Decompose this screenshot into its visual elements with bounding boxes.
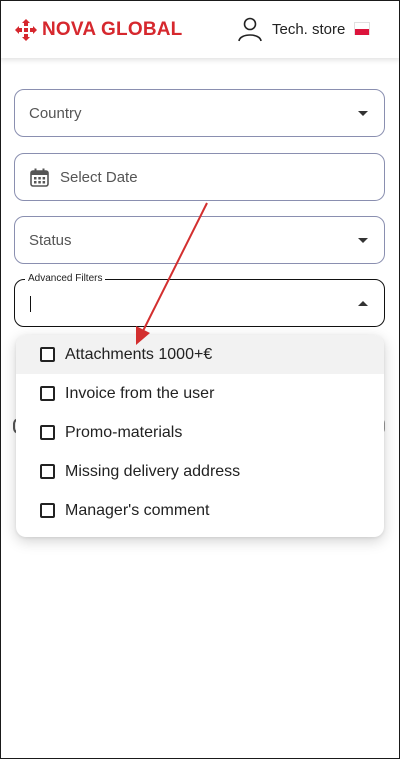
chevron-down-icon [358,238,368,243]
advanced-filters-input[interactable]: Advanced Filters [14,273,385,327]
user-label: Tech. store [272,20,346,38]
filter-option-promo[interactable]: Promo-materials [16,413,384,452]
user-icon [238,17,262,42]
option-label: Attachments 1000+€ [65,345,213,363]
checkbox[interactable] [40,464,55,479]
filter-option-attachments[interactable]: Attachments 1000+€ [16,335,384,374]
chevron-down-icon [358,111,368,116]
app-header: NOVA GLOBAL Tech. store [0,0,400,58]
advanced-filters-dropdown: Attachments 1000+€ Invoice from the user… [16,335,384,537]
country-placeholder: Country [29,105,82,122]
poland-flag-icon[interactable] [354,22,370,35]
status-placeholder: Status [29,232,72,249]
country-select[interactable]: Country [14,89,385,137]
checkbox[interactable] [40,425,55,440]
brand-logo[interactable]: NOVA GLOBAL [14,18,182,42]
option-label: Invoice from the user [65,384,215,402]
filter-option-invoice[interactable]: Invoice from the user [16,374,384,413]
user-account[interactable]: Tech. store [237,16,345,42]
checkbox[interactable] [40,347,55,362]
status-select[interactable]: Status [14,216,385,264]
checkbox[interactable] [40,503,55,518]
date-picker[interactable]: Select Date [14,153,385,201]
chevron-up-icon[interactable] [358,301,368,306]
filter-option-missing-address[interactable]: Missing delivery address [16,452,384,491]
option-label: Promo-materials [65,423,183,441]
advanced-filters-label: Advanced Filters [25,273,106,284]
checkbox[interactable] [40,386,55,401]
option-label: Missing delivery address [65,462,241,480]
date-placeholder: Select Date [60,169,138,186]
option-label: Manager's comment [65,501,210,519]
filter-option-manager-comment[interactable]: Manager's comment [16,491,384,530]
brand-name: NOVA GLOBAL [42,19,183,40]
text-caret [30,296,31,312]
nova-logo-icon [15,19,37,41]
calendar-icon [30,168,49,187]
